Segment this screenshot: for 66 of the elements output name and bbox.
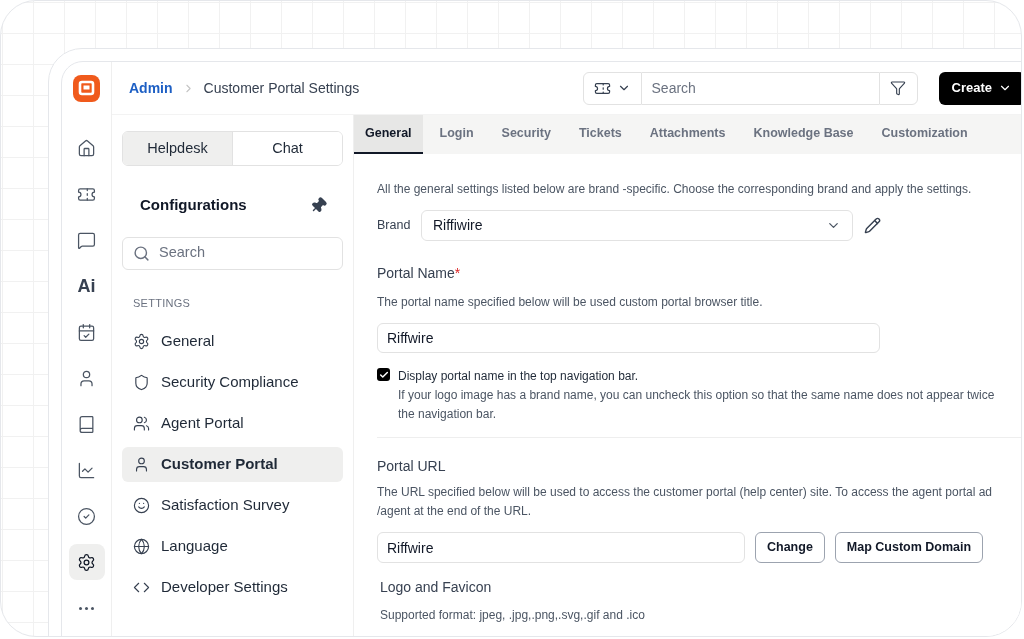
segment-tab[interactable]: Helpdesk — [123, 132, 232, 165]
search-field[interactable]: Search — [641, 71, 879, 105]
check-icon — [378, 369, 389, 380]
field-label: Portal Name* — [377, 264, 462, 283]
checkbox-hint: If your logo image has a brand name, you can uncheck this option so that the same name does not appear twice — [398, 387, 995, 404]
tab[interactable]: Attachments — [638, 115, 737, 154]
action-button[interactable]: Change — [755, 532, 825, 563]
tab[interactable]: Security — [490, 115, 562, 154]
users-icon — [133, 415, 150, 432]
rail-button[interactable] — [68, 544, 105, 580]
tab[interactable]: Customization — [870, 115, 979, 154]
panel-title: Configurations — [140, 195, 247, 215]
checkbox-label: Display portal name in the top navigation bar. — [398, 368, 640, 385]
line-chart-icon — [77, 460, 96, 480]
menu-item[interactable]: General — [122, 324, 343, 359]
portal-url-field[interactable]: Riffwire — [377, 532, 745, 563]
chat-icon — [77, 230, 96, 250]
menu-item[interactable]: Developer Settings — [122, 570, 343, 605]
menu-item[interactable]: Language — [122, 529, 343, 564]
globe-icon — [133, 538, 150, 555]
search-input[interactable]: Search — [159, 242, 332, 264]
intro-text: All the general settings listed below are brand -specific. Choose the corresponding brand and apply the settings. — [377, 181, 973, 198]
gear-icon — [133, 333, 150, 350]
menu-item[interactable]: Satisfaction Survey — [122, 488, 343, 523]
logo-icon — [73, 75, 100, 102]
tab[interactable]: General — [354, 115, 423, 154]
brand-label: Brand — [377, 217, 412, 235]
filter-button[interactable] — [878, 71, 918, 105]
filter-icon — [890, 80, 907, 96]
page-title: Customer Portal Settings — [203, 78, 360, 98]
user-icon — [133, 456, 150, 473]
section-title: Logo and Favicon — [380, 578, 493, 597]
calendar-check-icon — [77, 322, 96, 342]
tab[interactable]: Login — [428, 115, 485, 154]
check-circle-icon — [77, 506, 96, 526]
search-icon — [133, 244, 150, 262]
checkbox-hint: the navigation bar. — [398, 406, 498, 423]
field-label: Portal URL — [377, 457, 447, 476]
tab[interactable]: Knowledge Base — [742, 115, 865, 154]
create-button[interactable]: Create — [938, 71, 1021, 105]
section-label: SETTINGS — [132, 295, 192, 311]
tab[interactable]: Tickets — [567, 115, 633, 154]
field-hint: The portal name specified below will be used custom portal browser title. — [377, 294, 764, 311]
search-field[interactable]: Search — [122, 236, 343, 270]
checkbox[interactable] — [377, 368, 390, 381]
action-button[interactable]: Map Custom Domain — [834, 532, 984, 563]
field-hint: Supported format: jpeg, .jpg,.png,.svg,.gif and .ico — [380, 607, 646, 624]
menu-item[interactable]: Agent Portal — [122, 406, 343, 441]
smiley-icon — [133, 497, 150, 514]
field-hint: The URL specified below will be used to access the customer portal (help center) site. To access the agent portal ad — [377, 484, 993, 501]
settings-icon — [77, 552, 96, 572]
breadcrumb-link[interactable]: Admin — [129, 77, 173, 99]
home-icon — [77, 138, 96, 158]
ai-button[interactable]: Ai — [68, 268, 105, 304]
brand-dropdown[interactable]: Riffiwire — [421, 210, 853, 241]
portal-name-field[interactable]: Riffwire — [377, 323, 880, 353]
segment-tab[interactable]: Chat — [232, 132, 342, 165]
shield-icon — [133, 374, 150, 391]
field-hint: /agent at the end of the URL. — [377, 503, 533, 520]
menu-item[interactable]: Customer Portal — [122, 447, 343, 482]
menu-item[interactable]: Security Compliance — [122, 365, 343, 400]
book-icon — [77, 414, 96, 434]
edit-icon[interactable] — [864, 217, 881, 234]
ticket-type-dropdown[interactable] — [582, 71, 642, 105]
more-icon — [79, 606, 94, 610]
user-icon — [77, 368, 96, 388]
